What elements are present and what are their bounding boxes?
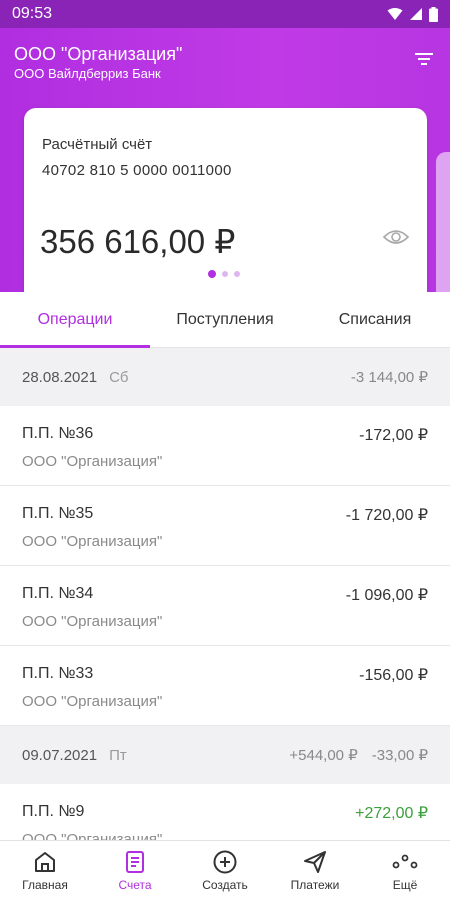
nav-more[interactable]: Ещё bbox=[360, 841, 450, 900]
nav-accounts[interactable]: Счета bbox=[90, 841, 180, 900]
nav-payments-label: Платежи bbox=[290, 878, 340, 892]
operation-amount: -156,00 ₽ bbox=[359, 667, 428, 684]
tab-outgoing[interactable]: Списания bbox=[300, 292, 450, 347]
nav-create[interactable]: Создать bbox=[180, 841, 270, 900]
pager-dot-active bbox=[208, 270, 216, 278]
operation-row[interactable]: П.П. №34 ООО "Организация" -1 096,00 ₽ bbox=[0, 566, 450, 646]
group-date: 28.08.2021 bbox=[22, 368, 98, 386]
operations-list[interactable]: 28.08.2021 Сб -3 144,00 ₽ П.П. №36 ООО "… bbox=[0, 348, 450, 840]
bank-name: ООО Вайлдберриз Банк bbox=[14, 66, 161, 81]
operation-amount: +272,00 ₽ bbox=[355, 805, 428, 822]
operation-counterparty: ООО "Организация" bbox=[22, 613, 163, 630]
card-pager bbox=[208, 270, 240, 278]
nav-home-label: Главная bbox=[22, 878, 68, 892]
operation-row[interactable]: П.П. №33 ООО "Организация" -156,00 ₽ bbox=[0, 646, 450, 726]
group-sums: -3 144,00 ₽ bbox=[351, 368, 428, 386]
group-weekday: Сб bbox=[109, 368, 129, 386]
plus-circle-icon bbox=[213, 850, 237, 874]
group-weekday: Пт bbox=[109, 746, 127, 764]
operation-row[interactable]: П.П. №36 ООО "Организация" -172,00 ₽ bbox=[0, 406, 450, 486]
next-card-peek[interactable] bbox=[436, 152, 450, 292]
operation-title: П.П. №36 bbox=[22, 425, 94, 442]
nav-home[interactable]: Главная bbox=[0, 841, 90, 900]
account-card[interactable]: Расчётный счёт 40702 810 5 0000 0011000 … bbox=[24, 108, 427, 292]
operation-counterparty: ООО "Организация" bbox=[22, 693, 163, 710]
nav-payments[interactable]: Платежи bbox=[270, 841, 360, 900]
status-bar: 09:53 bbox=[0, 0, 450, 28]
pager-dot bbox=[222, 271, 228, 277]
nav-create-label: Создать bbox=[202, 878, 248, 892]
operation-title: П.П. №33 bbox=[22, 665, 94, 682]
pager-dot bbox=[234, 271, 240, 277]
organization-name: ООО "Организация" bbox=[14, 44, 183, 64]
filter-icon[interactable] bbox=[414, 50, 434, 68]
group-date: 09.07.2021 bbox=[22, 746, 98, 764]
home-icon bbox=[35, 852, 55, 872]
wifi-icon bbox=[387, 8, 403, 20]
group-income: +544,00 ₽ bbox=[289, 747, 358, 764]
nav-accounts-label: Счета bbox=[118, 878, 152, 892]
group-expense: -33,00 ₽ bbox=[371, 747, 428, 764]
document-icon bbox=[126, 851, 144, 873]
date-group-header: 09.07.2021 Пт +544,00 ₽ -33,00 ₽ bbox=[0, 726, 450, 784]
operation-amount: -1 720,00 ₽ bbox=[345, 507, 428, 524]
signal-icon bbox=[410, 8, 422, 20]
operations-tabs: Операции Поступления Списания bbox=[0, 292, 450, 348]
operation-row[interactable]: П.П. №35 ООО "Организация" -1 720,00 ₽ bbox=[0, 486, 450, 566]
date-group-header: 28.08.2021 Сб -3 144,00 ₽ bbox=[0, 348, 450, 406]
battery-icon bbox=[429, 6, 438, 22]
more-icon bbox=[392, 854, 418, 869]
group-sums: +544,00 ₽ -33,00 ₽ bbox=[289, 746, 428, 764]
account-balance: 356 616,00 ₽ bbox=[40, 223, 236, 260]
operation-title: П.П. №34 bbox=[22, 585, 94, 602]
operation-counterparty: ООО "Организация" bbox=[22, 453, 163, 470]
operation-amount: -1 096,00 ₽ bbox=[345, 587, 428, 604]
account-type: Расчётный счёт bbox=[42, 136, 153, 153]
operation-counterparty: ООО "Организация" bbox=[22, 533, 163, 550]
send-icon bbox=[304, 851, 326, 873]
account-number: 40702 810 5 0000 0011000 bbox=[42, 162, 232, 179]
group-expense: -3 144,00 ₽ bbox=[350, 369, 428, 386]
tab-incoming[interactable]: Поступления bbox=[150, 292, 300, 347]
bottom-navigation: Главная Счета Создать Платежи Ещё bbox=[0, 840, 450, 900]
operation-title: П.П. №9 bbox=[22, 803, 85, 820]
status-icons bbox=[387, 6, 438, 22]
operation-counterparty: ООО "Организация" bbox=[22, 831, 163, 840]
operation-amount: -172,00 ₽ bbox=[359, 427, 428, 444]
eye-icon[interactable] bbox=[383, 226, 409, 248]
status-time: 09:53 bbox=[12, 5, 53, 22]
tab-operations[interactable]: Операции bbox=[0, 292, 150, 348]
nav-more-label: Ещё bbox=[392, 878, 418, 892]
operation-title: П.П. №35 bbox=[22, 505, 94, 522]
operation-row[interactable]: П.П. №9 ООО "Организация" +272,00 ₽ bbox=[0, 784, 450, 840]
